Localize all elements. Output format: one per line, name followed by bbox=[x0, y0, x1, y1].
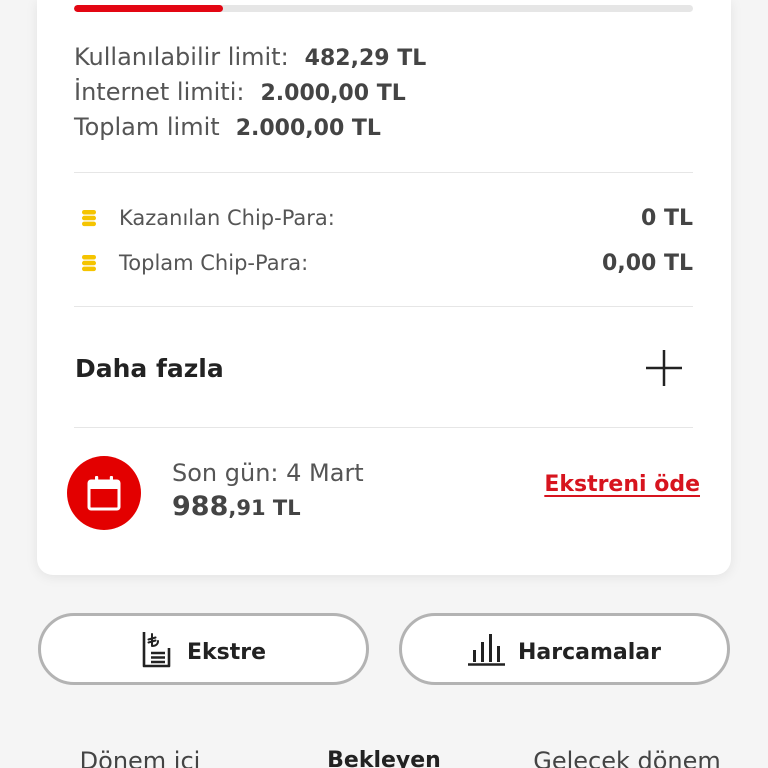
show-more-label: Daha fazla bbox=[75, 353, 224, 383]
show-more-toggle[interactable]: Daha fazla bbox=[74, 338, 693, 398]
pay-statement-link[interactable]: Ekstreni öde bbox=[544, 470, 700, 500]
due-date-text: Son gün: 4 Mart bbox=[172, 459, 364, 487]
earned-chip-para-row: Kazanılan Chip-Para: 0 TL bbox=[74, 196, 693, 240]
statement-button-label: Ekstre bbox=[186, 639, 267, 665]
statement-amount: 988,91 TL bbox=[172, 491, 301, 523]
total-chip-para-row: Toplam Chip-Para: 0,00 TL bbox=[74, 241, 693, 285]
internet-limit-row: İnternet limiti: 2.000,00 TL bbox=[74, 75, 426, 110]
tab-pending[interactable]: Bekleyen bbox=[284, 746, 484, 768]
total-limit-value: 2.000,00 TL bbox=[235, 116, 381, 141]
limit-list: Kullanılabilir limit: 482,29 TL İnternet … bbox=[74, 40, 426, 145]
available-limit-value: 482,29 TL bbox=[304, 46, 427, 71]
limit-progress-fill bbox=[74, 5, 223, 12]
tab-current-period[interactable]: Dönem içi bbox=[40, 746, 240, 768]
spendings-button[interactable]: Harcamalar bbox=[399, 613, 730, 685]
calendar-icon bbox=[87, 476, 121, 511]
internet-limit-value: 2.000,00 TL bbox=[260, 81, 406, 106]
divider bbox=[74, 172, 693, 173]
total-limit-row: Toplam limit 2.000,00 TL bbox=[74, 110, 426, 145]
bar-chart-icon bbox=[468, 634, 505, 666]
due-date-badge bbox=[67, 456, 141, 530]
earned-chip-para-label: Kazanılan Chip-Para: bbox=[119, 206, 335, 230]
coin-stack-icon bbox=[82, 210, 96, 227]
divider bbox=[74, 427, 693, 428]
credit-card-summary-card: Kullanılabilir limit: 482,29 TL İnternet … bbox=[37, 0, 731, 575]
limit-progress-bar bbox=[74, 5, 693, 12]
total-chip-para-value: 0,00 TL bbox=[602, 250, 693, 276]
spendings-button-label: Harcamalar bbox=[518, 639, 661, 665]
tab-next-period[interactable]: Gelecek dönem bbox=[527, 746, 727, 768]
internet-limit-label: İnternet limiti: bbox=[74, 78, 245, 106]
divider bbox=[74, 306, 693, 307]
plus-icon[interactable] bbox=[646, 350, 682, 386]
total-limit-label: Toplam limit bbox=[74, 113, 220, 141]
statement-amount-integer: 988 bbox=[172, 491, 229, 522]
total-chip-para-label: Toplam Chip-Para: bbox=[119, 251, 309, 275]
statement-button[interactable]: Ekstre bbox=[38, 613, 369, 685]
statement-amount-rest: ,91 TL bbox=[228, 496, 301, 520]
available-limit-label: Kullanılabilir limit: bbox=[74, 43, 289, 71]
available-limit-row: Kullanılabilir limit: 482,29 TL bbox=[74, 40, 426, 75]
earned-chip-para-value: 0 TL bbox=[641, 205, 693, 231]
coin-stack-icon bbox=[82, 255, 96, 272]
statement-document-icon bbox=[142, 632, 171, 668]
